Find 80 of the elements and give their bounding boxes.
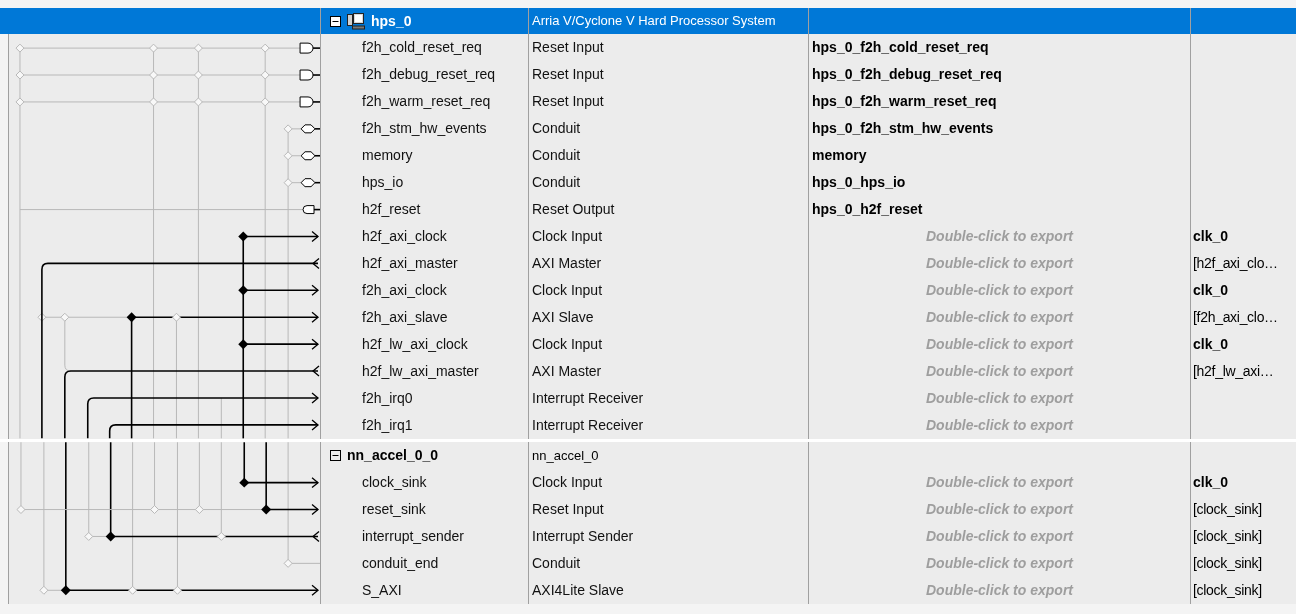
computer-icon bbox=[347, 12, 365, 30]
port-type: AXI Master bbox=[532, 254, 602, 273]
export-hint[interactable]: Double-click to export bbox=[926, 280, 1073, 301]
module-description: Arria V/Cyclone V Hard Processor System bbox=[532, 12, 776, 31]
export-hint[interactable]: Double-click to export bbox=[926, 553, 1073, 574]
clock-value: [clock_sink] bbox=[1193, 581, 1262, 600]
port-type: Interrupt Receiver bbox=[532, 389, 644, 408]
clock-value: [f2h_axi_clo… bbox=[1193, 308, 1278, 327]
export-hint[interactable]: Double-click to export bbox=[926, 334, 1073, 355]
port-type: AXI4Lite Slave bbox=[532, 581, 624, 600]
toggle-icon[interactable] bbox=[330, 15, 341, 27]
port-name: f2h_stm_hw_events bbox=[362, 119, 487, 138]
export-hint[interactable]: Double-click to export bbox=[926, 526, 1073, 547]
port-name: f2h_axi_clock bbox=[362, 281, 447, 300]
port-name: memory bbox=[362, 146, 413, 165]
port-name: h2f_lw_axi_clock bbox=[362, 335, 468, 354]
toggle-icon[interactable] bbox=[330, 450, 341, 461]
export-name[interactable]: memory bbox=[809, 145, 867, 166]
module-header-row[interactable]: hps_0 Arria V/Cyclone V Hard Processor System bbox=[0, 8, 1296, 34]
export-hint[interactable]: Double-click to export bbox=[926, 253, 1073, 274]
export-hint[interactable]: Double-click to export bbox=[926, 499, 1073, 520]
module-header-row[interactable]: nn_accel_0_0 nn_accel_0 bbox=[320, 442, 1296, 469]
export-hint[interactable]: Double-click to export bbox=[926, 361, 1073, 382]
export-hint[interactable]: Double-click to export bbox=[926, 388, 1073, 409]
port-type: Conduit bbox=[532, 146, 581, 165]
port-name: f2h_debug_reset_req bbox=[362, 65, 496, 84]
port-name: h2f_reset bbox=[362, 200, 421, 219]
module-name: nn_accel_0_0 bbox=[347, 446, 439, 465]
export-hint[interactable]: Double-click to export bbox=[926, 415, 1073, 436]
clock-value: [clock_sink] bbox=[1193, 527, 1262, 546]
clock-value: clk_0 bbox=[1193, 227, 1229, 246]
port-type: AXI Slave bbox=[532, 308, 594, 327]
clock-value: clk_0 bbox=[1193, 281, 1229, 300]
port-type: Reset Input bbox=[532, 92, 604, 111]
export-name[interactable]: hps_0_f2h_debug_reset_req bbox=[809, 64, 1002, 85]
port-type: Conduit bbox=[532, 173, 581, 192]
port-name: f2h_irq0 bbox=[362, 389, 413, 408]
port-type: Reset Output bbox=[532, 200, 615, 219]
clock-value: [h2f_axi_clo… bbox=[1193, 254, 1278, 273]
port-type: Clock Input bbox=[532, 473, 603, 492]
port-name: f2h_axi_slave bbox=[362, 308, 448, 327]
port-name: clock_sink bbox=[362, 473, 427, 492]
clock-value: [clock_sink] bbox=[1193, 500, 1262, 519]
clock-value: clk_0 bbox=[1193, 335, 1229, 354]
port-name: S_AXI bbox=[362, 581, 402, 600]
port-name: hps_io bbox=[362, 173, 404, 192]
export-hint[interactable]: Double-click to export bbox=[926, 307, 1073, 328]
port-type: Reset Input bbox=[532, 65, 604, 84]
port-type: Conduit bbox=[532, 554, 581, 573]
module-description: nn_accel_0 bbox=[532, 446, 599, 465]
port-name: h2f_axi_master bbox=[362, 254, 458, 273]
export-hint[interactable]: Double-click to export bbox=[926, 472, 1073, 493]
port-name: f2h_warm_reset_req bbox=[362, 92, 491, 111]
export-hint[interactable]: Double-click to export bbox=[926, 580, 1073, 601]
port-name: conduit_end bbox=[362, 554, 439, 573]
port-type: Reset Input bbox=[532, 38, 604, 57]
port-name: interrupt_sender bbox=[362, 527, 464, 546]
clock-value: [clock_sink] bbox=[1193, 554, 1262, 573]
port-type: Interrupt Sender bbox=[532, 527, 634, 546]
port-name: h2f_lw_axi_master bbox=[362, 362, 479, 381]
port-name: h2f_axi_clock bbox=[362, 227, 447, 246]
module-name: hps_0 bbox=[371, 11, 412, 31]
export-name[interactable]: hps_0_h2f_reset bbox=[809, 199, 923, 220]
port-type: Reset Input bbox=[532, 500, 604, 519]
port-type: Clock Input bbox=[532, 227, 603, 246]
port-name: reset_sink bbox=[362, 500, 426, 519]
port-type: Conduit bbox=[532, 119, 581, 138]
port-type: Clock Input bbox=[532, 281, 603, 300]
export-name[interactable]: hps_0_f2h_cold_reset_req bbox=[809, 37, 989, 58]
export-name[interactable]: hps_0_f2h_warm_reset_req bbox=[809, 91, 997, 112]
port-type: Interrupt Receiver bbox=[532, 416, 644, 435]
port-type: AXI Master bbox=[532, 362, 602, 381]
port-name: f2h_irq1 bbox=[362, 416, 413, 435]
clock-value: clk_0 bbox=[1193, 473, 1229, 492]
export-hint[interactable]: Double-click to export bbox=[926, 226, 1073, 247]
port-name: f2h_cold_reset_req bbox=[362, 38, 482, 57]
clock-value: [h2f_lw_axi… bbox=[1193, 362, 1274, 381]
export-name[interactable]: hps_0_f2h_stm_hw_events bbox=[809, 118, 994, 139]
export-name[interactable]: hps_0_hps_io bbox=[809, 172, 906, 193]
port-type: Clock Input bbox=[532, 335, 603, 354]
